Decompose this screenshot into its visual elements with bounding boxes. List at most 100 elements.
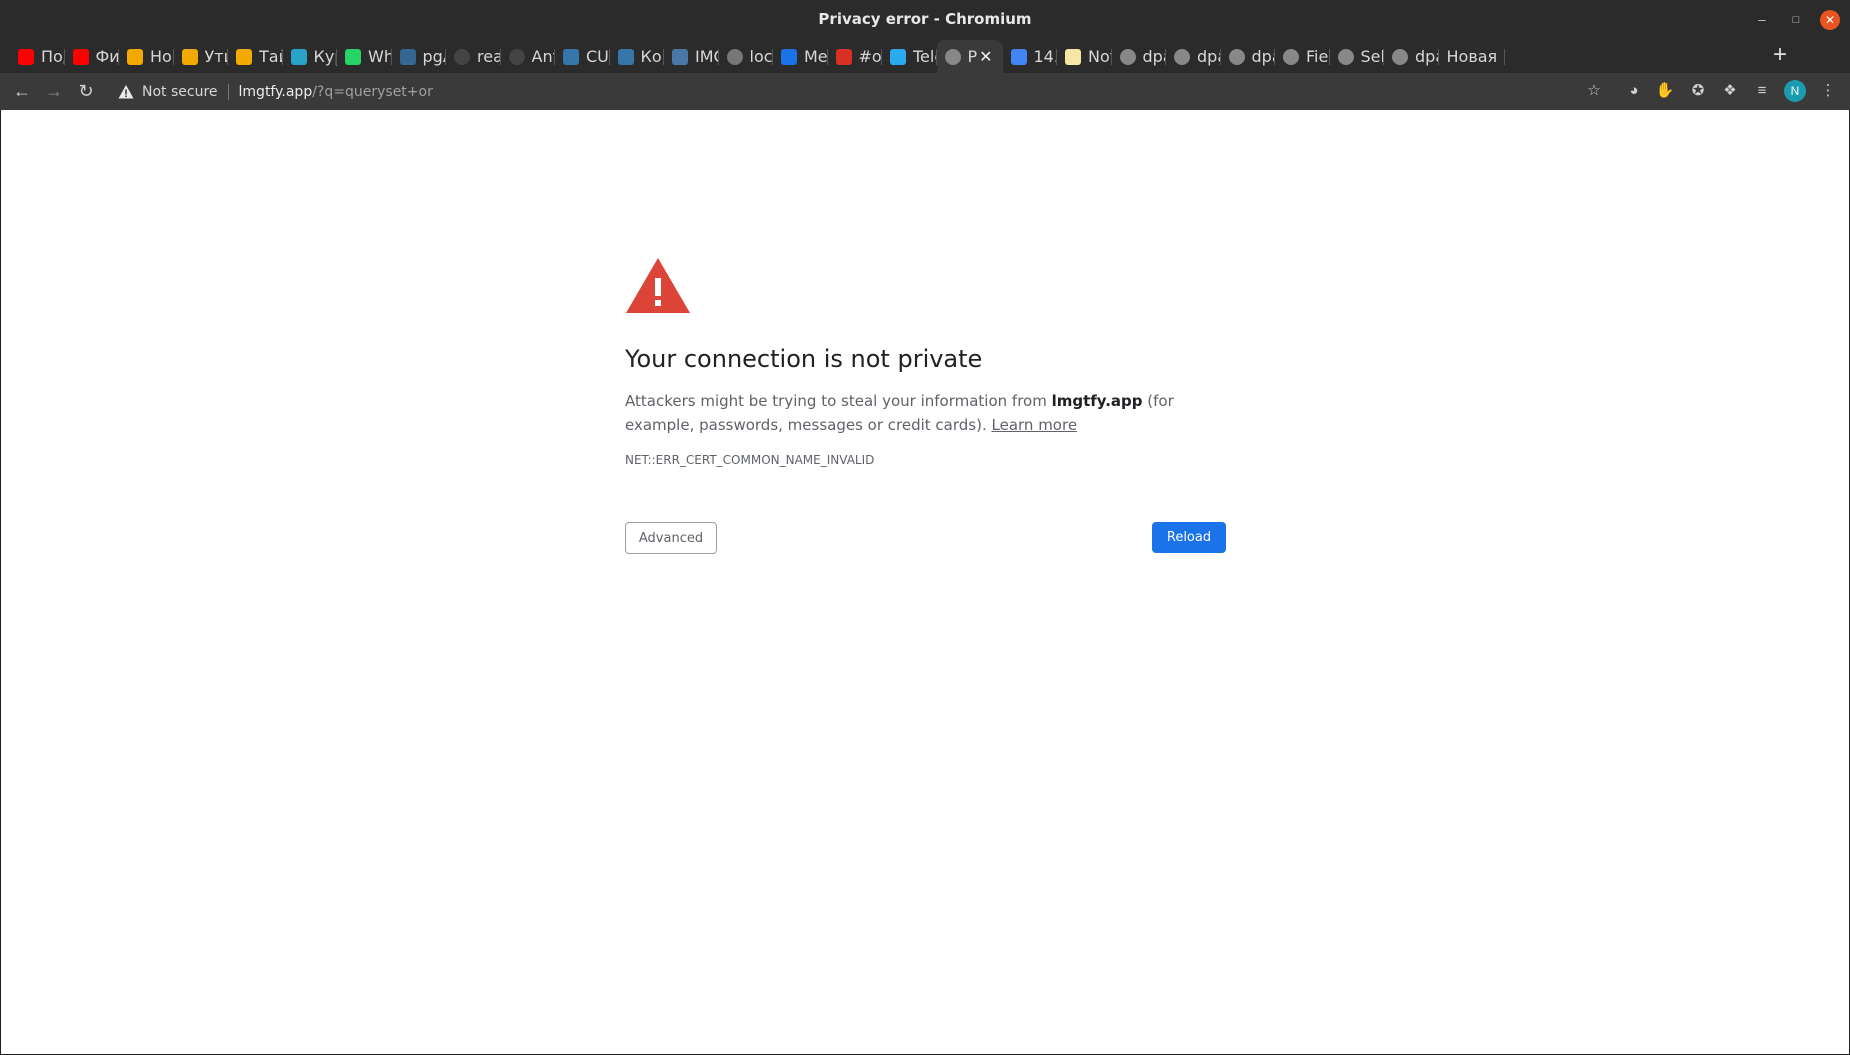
tab-label: dpa (1197, 47, 1221, 66)
tab-label: real (477, 47, 501, 66)
back-icon[interactable]: ← (10, 79, 34, 103)
tab-label: Ком (640, 47, 665, 66)
tab-strip: Под Фи Нов Ути Тай Кур Wh pgA real Ant CUE Ком IMC lo… (0, 40, 1850, 73)
tab-2[interactable]: Нов (119, 40, 174, 73)
globe-icon (944, 48, 961, 65)
chat-icon (781, 48, 797, 65)
tab-24[interactable]: Sele (1330, 40, 1385, 73)
tab-label: Wh (368, 47, 392, 66)
tab-17[interactable]: P ✕ (936, 40, 1003, 73)
new-tab-button[interactable]: + (1768, 43, 1792, 68)
tab-label: Кур (313, 47, 338, 66)
address-bar[interactable]: Not secure lmgtfy.app/?q=queryset+or (108, 77, 1616, 106)
tab-label: Нов (150, 47, 174, 66)
tab-label: Mec (804, 47, 828, 66)
python-icon (563, 48, 579, 65)
puzzle-extensions-icon[interactable]: ❖ (1720, 81, 1740, 101)
page-heading: Your connection is not private (625, 345, 983, 373)
telegram-icon (890, 48, 906, 65)
warning-triangle-icon (118, 84, 134, 98)
tab-11[interactable]: Ком (610, 40, 665, 73)
tab-0[interactable]: Под (10, 40, 65, 73)
reload-button[interactable]: Reload (1152, 522, 1226, 553)
interstitial-content: Your connection is not private Attackers… (625, 256, 1226, 556)
url-path: /?q=queryset+or (312, 83, 433, 100)
tab-22[interactable]: dpa (1221, 40, 1275, 73)
pg-icon (399, 48, 416, 65)
tab-3[interactable]: Ути (174, 40, 229, 73)
youtube-icon (72, 48, 89, 65)
tab-15[interactable]: #oc (828, 40, 883, 73)
close-tab-icon[interactable]: ✕ (979, 47, 992, 66)
security-status[interactable]: Not secure (142, 84, 218, 100)
profile-avatar[interactable]: N (1784, 80, 1806, 102)
tab-18[interactable]: 14. (1003, 40, 1058, 73)
url-host: lmgtfy.app (238, 83, 313, 100)
tab-20[interactable]: dpa (1112, 40, 1167, 73)
tab-14[interactable]: Mec (773, 40, 828, 73)
tab-19[interactable]: Not (1057, 40, 1112, 73)
divider (227, 83, 229, 100)
fs-icon (181, 48, 198, 65)
extension-hand-icon[interactable]: ✋ (1655, 81, 1675, 101)
github-icon (508, 48, 525, 65)
whatsapp-icon (345, 48, 361, 65)
tab-26[interactable]: Новая (1439, 40, 1505, 73)
globe-icon (1283, 48, 1299, 65)
tab-23[interactable]: Fiel (1275, 40, 1330, 73)
tab-label: CUE (586, 47, 610, 66)
tab-13[interactable]: loca (719, 40, 774, 73)
tab-9[interactable]: Ant (501, 40, 555, 73)
minimize-icon[interactable]: – (1752, 10, 1772, 30)
tab-7[interactable]: pgA (392, 40, 447, 73)
warning-triangle-large-icon (626, 258, 690, 313)
globe-icon (1392, 48, 1408, 65)
tab-4[interactable]: Тай (228, 40, 283, 73)
tab-label: loca (749, 47, 774, 66)
learn-more-link[interactable]: Learn more (992, 416, 1078, 434)
reading-list-icon[interactable]: ≡ (1752, 81, 1772, 101)
close-window-icon[interactable]: ✕ (1820, 10, 1840, 30)
tab-21[interactable]: dpa (1166, 40, 1221, 73)
browser-toolbar: ← → ↻ Not secure lmgtfy.app/?q=queryset+… (0, 73, 1850, 110)
tab-label: Fiel (1306, 47, 1330, 66)
advanced-button[interactable]: Advanced (625, 522, 717, 554)
tab-16[interactable]: Tele (882, 40, 937, 73)
fs-icon (236, 48, 252, 65)
python-icon (617, 48, 634, 65)
error-code: NET::ERR_CERT_COMMON_NAME_INVALID (625, 453, 875, 467)
maximize-icon[interactable]: □ (1786, 10, 1806, 30)
tab-label: Фи (95, 47, 120, 66)
tab-label: pgA (422, 47, 447, 66)
button-row: Advanced Reload (625, 522, 1226, 556)
tab-label: dpa (1415, 47, 1439, 66)
gear-icon (726, 48, 743, 65)
page-viewport: Your connection is not private Attackers… (1, 110, 1849, 1054)
tab-label: #oc (858, 47, 883, 66)
tab-label: Тай (259, 47, 283, 66)
tab-25[interactable]: dpa (1384, 40, 1439, 73)
reload-icon[interactable]: ↻ (74, 79, 98, 103)
tab-6[interactable]: Wh (337, 40, 392, 73)
tab-label: Sele (1360, 47, 1385, 66)
extension-star-icon[interactable]: ✪ (1688, 81, 1708, 101)
tab-label: Ути (204, 47, 229, 66)
tab-10[interactable]: CUE (555, 40, 610, 73)
tab-label: Новая (1446, 47, 1498, 66)
tab-12[interactable]: IMC (664, 40, 719, 73)
tab-label: 14. (1033, 47, 1058, 66)
globe-icon (1228, 48, 1245, 65)
tab-5[interactable]: Кур (283, 40, 338, 73)
window-title: Privacy error - Chromium (818, 10, 1032, 28)
fs-icon (127, 48, 143, 65)
tab-1[interactable]: Фи (65, 40, 120, 73)
bookmark-star-icon[interactable]: ☆ (1584, 81, 1604, 101)
forward-icon[interactable]: → (42, 79, 66, 103)
tab-label: dpa (1142, 47, 1167, 66)
z-icon (290, 48, 307, 65)
extension-shield-icon[interactable]: ◕ (1624, 81, 1644, 101)
tab-8[interactable]: real (446, 40, 501, 73)
menu-kebab-icon[interactable]: ⋮ (1818, 81, 1838, 101)
globe-icon (1119, 48, 1136, 65)
tab-label: Tele (913, 47, 937, 66)
